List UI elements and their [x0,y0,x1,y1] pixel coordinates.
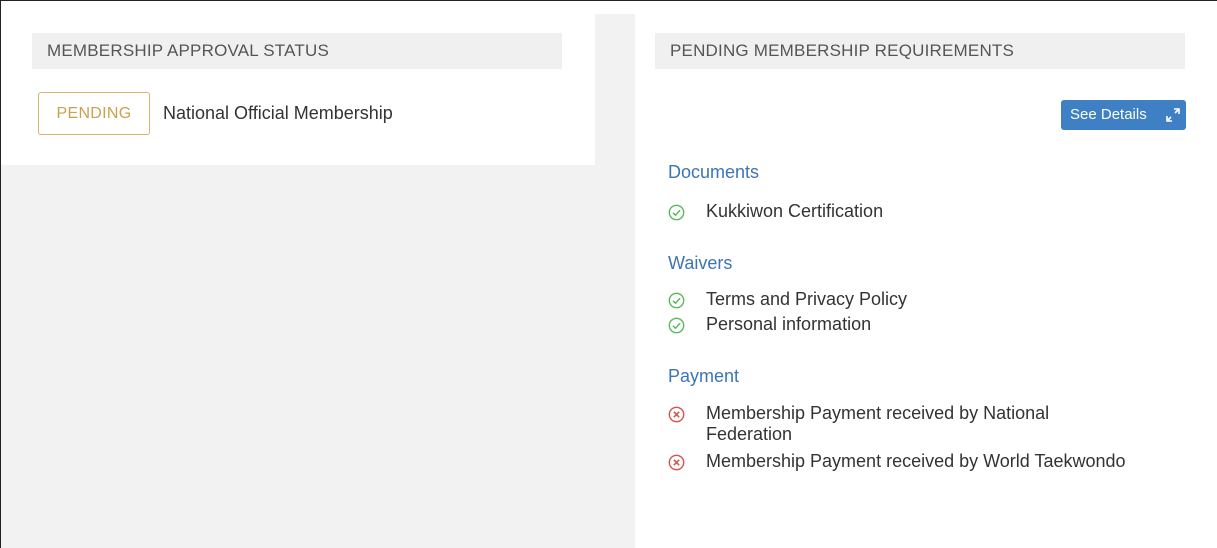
x-circle-icon [668,406,685,423]
expand-arrows-icon [1166,108,1180,122]
group-title-documents: Documents [668,162,760,182]
requirement-label: Kukkiwon Certification [706,201,884,221]
check-circle-icon [668,204,685,221]
approval-status-header: MEMBERSHIP APPROVAL STATUS [32,33,562,69]
requirement-label: Terms and Privacy Policy [706,289,908,309]
requirement-item: Terms and Privacy Policy [668,289,1148,310]
requirement-label: Membership Payment received by World Tae… [706,451,1126,471]
requirement-item: Membership Payment received by World Tae… [668,451,1138,472]
requirement-label: Membership Payment received by National … [706,403,1050,444]
group-title-payment: Payment [668,366,740,386]
x-circle-icon [668,454,685,471]
check-circle-icon [668,317,685,334]
requirement-label: Personal information [706,314,872,334]
see-details-label: See Details [1070,106,1147,123]
check-circle-icon [668,292,685,309]
requirement-item: Membership Payment received by National … [668,403,1138,445]
requirement-item: Kukkiwon Certification [668,201,1148,222]
status-badge: PENDING [38,92,150,135]
see-details-button[interactable]: See Details [1061,100,1186,130]
requirement-item: Personal information [668,314,1148,335]
membership-name: National Official Membership [163,103,393,123]
requirements-header: PENDING MEMBERSHIP REQUIREMENTS [655,33,1185,69]
approval-status-card [1,1,595,165]
group-title-waivers: Waivers [668,253,733,273]
